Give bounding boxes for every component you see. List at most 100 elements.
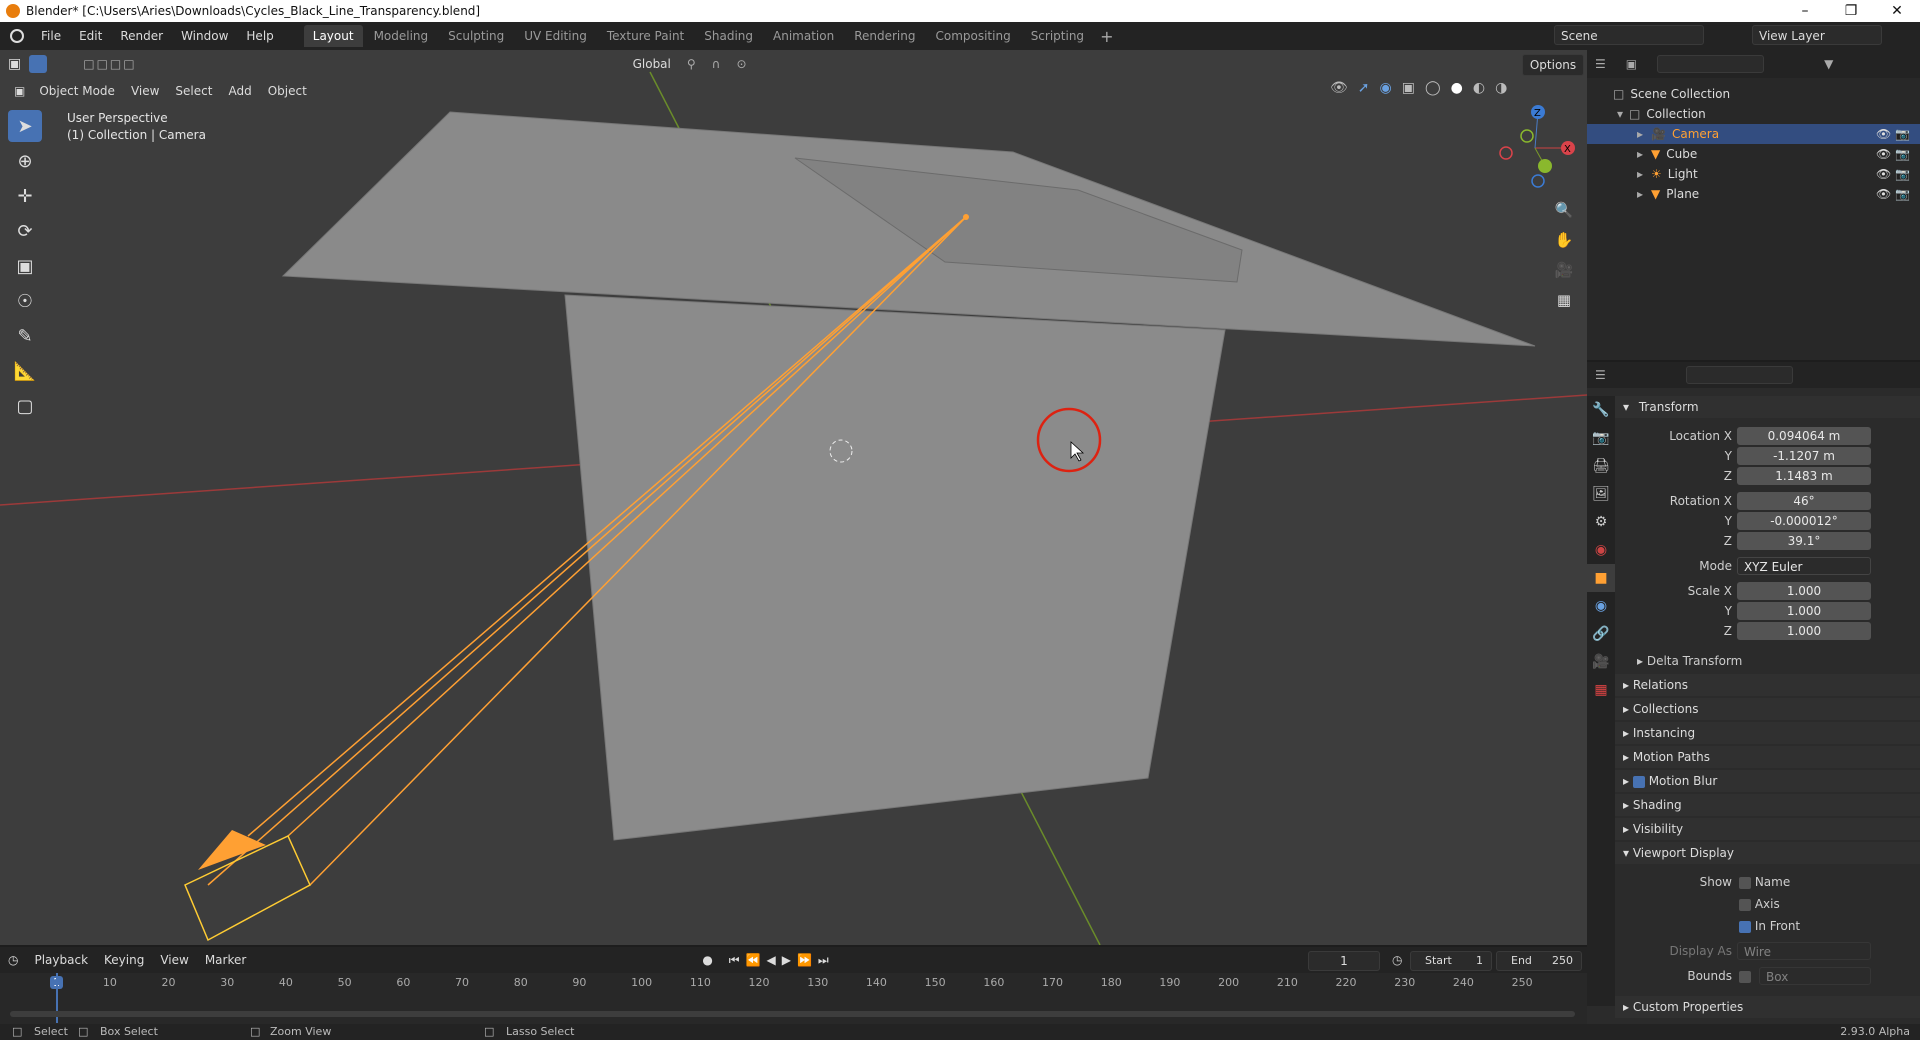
- show-axis-checkbox[interactable]: [1739, 898, 1751, 911]
- outliner-search-input[interactable]: [1657, 55, 1765, 73]
- delta-transform-subpanel[interactable]: ▸ Delta Transform: [1637, 654, 1742, 668]
- cursor-tool-icon[interactable]: ⊕: [8, 145, 42, 177]
- outliner-collection[interactable]: ▾ □ Collection: [1587, 104, 1920, 124]
- close-button[interactable]: ✕: [1874, 0, 1920, 22]
- object-mode-dropdown[interactable]: Object Mode: [31, 84, 123, 98]
- outliner-item-camera[interactable]: ▸ 🎥 Camera 👁 📷: [1587, 124, 1920, 144]
- annotate-tool-icon[interactable]: ✎: [8, 320, 42, 352]
- outliner-scene-collection[interactable]: □ Scene Collection: [1587, 84, 1920, 104]
- outliner-editor-icon[interactable]: ☰: [1595, 57, 1606, 71]
- menu-edit[interactable]: Edit: [70, 22, 111, 50]
- constraints-tab-icon[interactable]: 🔗: [1587, 620, 1615, 648]
- menu-file[interactable]: File: [32, 22, 70, 50]
- output-tab-icon[interactable]: 🖨: [1587, 452, 1615, 480]
- collection-expand-icon[interactable]: ▾: [1617, 107, 1623, 121]
- object-tab-icon[interactable]: ■: [1587, 564, 1615, 592]
- location-x-field[interactable]: 0.094064 m: [1737, 427, 1871, 445]
- render-tab-icon[interactable]: 📷: [1587, 424, 1615, 452]
- wireframe-shading-icon[interactable]: ◯: [1425, 80, 1441, 96]
- view-menu[interactable]: View: [152, 953, 196, 967]
- rendered-shading-icon[interactable]: ◑: [1495, 80, 1507, 96]
- bounds-dropdown[interactable]: Box: [1759, 967, 1871, 985]
- motion-blur-panel-header[interactable]: ▸ Motion Blur: [1615, 770, 1920, 792]
- outliner-item-plane[interactable]: ▸ ▼ Plane 👁 📷: [1587, 184, 1920, 204]
- show-name-checkbox[interactable]: [1739, 876, 1751, 889]
- timeline-scrollbar[interactable]: [10, 1011, 1575, 1017]
- instancing-panel-header[interactable]: ▸ Instancing: [1615, 722, 1920, 744]
- add-workspace-icon[interactable]: +: [1100, 27, 1113, 46]
- expand-icon[interactable]: ▸: [1637, 127, 1643, 141]
- tab-rendering[interactable]: Rendering: [845, 25, 924, 47]
- scale-y-field[interactable]: 1.000: [1737, 602, 1871, 620]
- viewport-display-panel-header[interactable]: ▾ Viewport Display: [1615, 842, 1920, 864]
- blender-menu-icon[interactable]: [10, 29, 24, 43]
- snap-icon[interactable]: ∩: [704, 57, 729, 71]
- tab-texture-paint[interactable]: Texture Paint: [598, 25, 693, 47]
- visibility-eye-icon[interactable]: 👁 📷: [1876, 147, 1910, 161]
- expand-icon[interactable]: ▸: [1637, 187, 1643, 201]
- pan-hand-icon[interactable]: ✋: [1552, 225, 1576, 255]
- scale-x-field[interactable]: 1.000: [1737, 582, 1871, 600]
- select-box-modes-icon[interactable]: □□□□: [75, 57, 144, 71]
- menu-select[interactable]: Select: [167, 84, 220, 98]
- tab-modeling[interactable]: Modeling: [365, 25, 438, 47]
- current-frame-field[interactable]: 1: [1308, 951, 1380, 971]
- expand-icon[interactable]: ▸: [1637, 167, 1643, 181]
- view-layer-selector[interactable]: View Layer: [1752, 25, 1882, 45]
- properties-editor-icon[interactable]: ☰: [1595, 368, 1606, 382]
- location-z-field[interactable]: 1.1483 m: [1737, 467, 1871, 485]
- relations-panel-header[interactable]: ▸ Relations: [1615, 674, 1920, 696]
- view-layer-tab-icon[interactable]: 🖼: [1587, 480, 1615, 508]
- tab-uv-editing[interactable]: UV Editing: [515, 25, 596, 47]
- tab-scripting[interactable]: Scripting: [1022, 25, 1093, 47]
- menu-object[interactable]: Object: [260, 84, 315, 98]
- collections-panel-header[interactable]: ▸ Collections: [1615, 698, 1920, 720]
- camera-view-icon[interactable]: 🎥: [1552, 255, 1576, 285]
- world-tab-icon[interactable]: ◉: [1587, 536, 1615, 564]
- zoom-icon[interactable]: 🔍: [1552, 195, 1576, 225]
- select-mode-icon[interactable]: [29, 55, 48, 73]
- filter-icon[interactable]: ▼: [1824, 57, 1833, 71]
- custom-properties-panel-header[interactable]: ▸ Custom Properties: [1615, 996, 1920, 1018]
- expand-icon[interactable]: ▸: [1637, 147, 1643, 161]
- visibility-icon[interactable]: 👁: [1330, 80, 1348, 96]
- playback-controls-icon[interactable]: ⏮⏪◀▶⏩⏭: [721, 953, 843, 968]
- scene-selector[interactable]: Scene: [1554, 25, 1704, 45]
- rotation-x-field[interactable]: 46°: [1737, 492, 1871, 510]
- tool-tab-icon[interactable]: 🔧: [1587, 396, 1615, 424]
- outliner-item-cube[interactable]: ▸ ▼ Cube 👁 📷: [1587, 144, 1920, 164]
- visibility-eye-icon[interactable]: 👁 📷: [1876, 167, 1910, 181]
- transform-tool-icon[interactable]: ☉: [8, 285, 42, 317]
- motion-blur-checkbox[interactable]: [1632, 775, 1645, 788]
- rotate-tool-icon[interactable]: ⟳: [8, 215, 42, 247]
- outliner-display-mode-icon[interactable]: ▣: [1626, 57, 1637, 71]
- add-cube-tool-icon[interactable]: ▢: [8, 390, 42, 422]
- maximize-button[interactable]: ❐: [1828, 0, 1874, 22]
- start-frame-field[interactable]: Start 1: [1410, 951, 1492, 971]
- tab-animation[interactable]: Animation: [764, 25, 843, 47]
- visibility-eye-icon[interactable]: 👁 📷: [1876, 187, 1910, 201]
- menu-help[interactable]: Help: [237, 22, 282, 50]
- menu-window[interactable]: Window: [172, 22, 237, 50]
- proportional-edit-icon[interactable]: ⊙: [728, 57, 754, 71]
- move-tool-icon[interactable]: ✛: [8, 180, 42, 212]
- tab-layout[interactable]: Layout: [303, 25, 363, 47]
- scale-z-field[interactable]: 1.000: [1737, 622, 1871, 640]
- keying-menu[interactable]: Keying: [96, 953, 152, 967]
- scale-tool-icon[interactable]: ▣: [8, 250, 42, 282]
- shading-panel-header[interactable]: ▸ Shading: [1615, 794, 1920, 816]
- playback-menu[interactable]: Playback: [26, 953, 96, 967]
- transform-orientation-dropdown[interactable]: Global: [625, 57, 679, 71]
- outliner-item-light[interactable]: ▸ ☀ Light 👁 📷: [1587, 164, 1920, 184]
- solid-shading-icon[interactable]: ●: [1451, 80, 1463, 96]
- physics-tab-icon[interactable]: ◉: [1587, 592, 1615, 620]
- record-icon[interactable]: ●: [694, 953, 720, 967]
- menu-add[interactable]: Add: [220, 84, 259, 98]
- end-frame-field[interactable]: End 250: [1496, 951, 1582, 971]
- material-shading-icon[interactable]: ◐: [1473, 80, 1485, 96]
- tab-compositing[interactable]: Compositing: [926, 25, 1019, 47]
- menu-view[interactable]: View: [123, 84, 167, 98]
- minimize-button[interactable]: –: [1782, 0, 1828, 22]
- bounds-checkbox[interactable]: [1739, 970, 1751, 983]
- marker-menu[interactable]: Marker: [197, 953, 254, 967]
